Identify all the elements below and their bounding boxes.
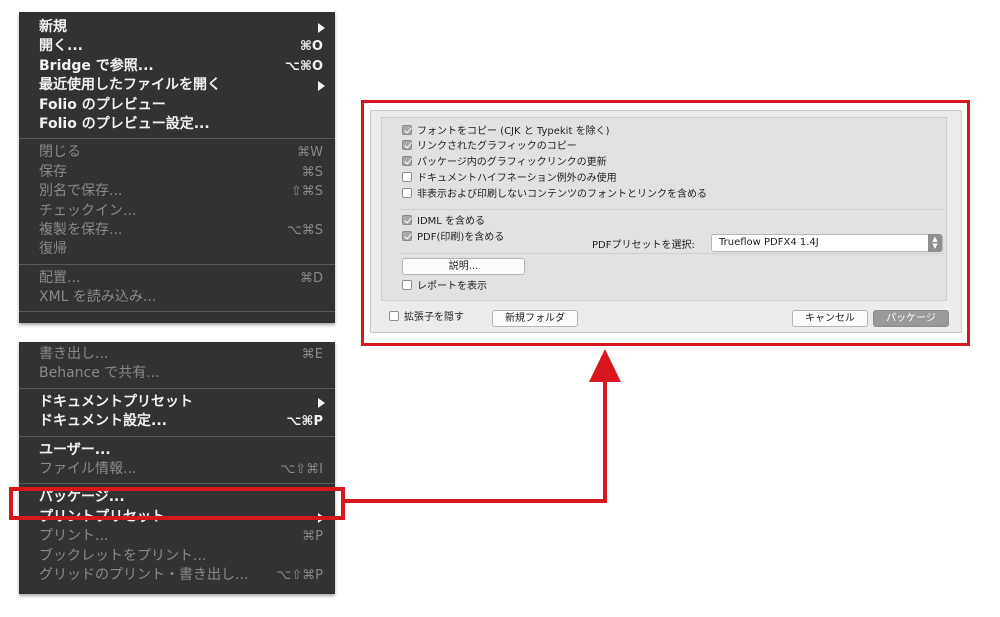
- callout-arrowhead-icon: [589, 349, 621, 382]
- pdf-preset-label: PDFプリセットを選択:: [592, 240, 695, 251]
- divider: [400, 253, 944, 254]
- option-copy-linked-graphics[interactable]: リンクされたグラフィックのコピー: [402, 140, 577, 154]
- shortcut-label: ⌘P: [302, 529, 323, 545]
- highlight-box-package: [9, 487, 345, 520]
- cancel-button[interactable]: キャンセル: [792, 310, 868, 327]
- shortcut-label: ⌘O: [299, 39, 323, 55]
- shortcut-label: ⌥⇧⌘I: [280, 461, 323, 477]
- menu-item-check-in[interactable]: チェックイン...: [19, 202, 335, 221]
- menu-item-file-info[interactable]: ファイル情報... ⌥⇧⌘I: [19, 460, 335, 479]
- package-options-panel: フォントをコピー (CJK と Typekit を除く) リンクされたグラフィッ…: [381, 117, 947, 301]
- submenu-arrow-icon: [318, 81, 325, 92]
- file-menu-top: 新規 開く... ⌘O Bridge で参照... ⌥⌘O 最近使用したファイル…: [19, 12, 335, 323]
- new-folder-button[interactable]: 新規フォルダ: [492, 310, 578, 327]
- package-dialog: フォントをコピー (CJK と Typekit を除く) リンクされたグラフィッ…: [370, 110, 962, 333]
- menu-item-export[interactable]: 書き出し... ⌘E: [19, 345, 335, 364]
- menu-item-import-xml[interactable]: XML を読み込み...: [19, 288, 335, 307]
- instructions-button[interactable]: 説明...: [402, 258, 525, 275]
- submenu-arrow-icon: [318, 397, 325, 408]
- menu-item-revert[interactable]: 復帰: [19, 240, 335, 259]
- submenu-arrow-icon: [318, 23, 325, 33]
- option-include-hidden-content[interactable]: 非表示および印刷しないコンテンツのフォントとリンクを含める: [402, 188, 707, 202]
- shortcut-label: ⌥⌘P: [286, 414, 323, 430]
- package-button[interactable]: パッケージ: [873, 310, 949, 327]
- checkbox-unchecked[interactable]: [402, 188, 412, 198]
- menu-item-save-a-copy[interactable]: 複製を保存... ⌥⌘S: [19, 221, 335, 240]
- menu-item-save[interactable]: 保存 ⌘S: [19, 163, 335, 182]
- callout-arrow-line: [345, 378, 607, 503]
- menu-item-print-grid[interactable]: グリッドのプリント・書き出し... ⌥⇧⌘P: [19, 566, 335, 585]
- option-hyphenation-exceptions[interactable]: ドキュメントハイフネーション例外のみ使用: [402, 172, 617, 186]
- checkbox-checked[interactable]: [402, 215, 412, 225]
- shortcut-label: ⌥⌘O: [284, 58, 323, 74]
- checkbox-unchecked[interactable]: [389, 311, 399, 321]
- menu-separator: [19, 435, 335, 437]
- option-update-graphic-links[interactable]: パッケージ内のグラフィックリンクの更新: [402, 156, 607, 170]
- menu-item-user[interactable]: ユーザー...: [19, 441, 335, 460]
- checkbox-checked[interactable]: [402, 140, 412, 150]
- menu-separator: [19, 483, 335, 485]
- menu-item-new[interactable]: 新規: [19, 18, 335, 37]
- menu-item-document-presets[interactable]: ドキュメントプリセット: [19, 393, 335, 412]
- menu-item-print[interactable]: プリント... ⌘P: [19, 527, 335, 546]
- checkbox-checked[interactable]: [402, 156, 412, 166]
- option-include-idml[interactable]: IDML を含める: [402, 215, 485, 229]
- shortcut-label: ⌘W: [297, 145, 323, 161]
- shortcut-label: ⇧⌘S: [290, 184, 323, 200]
- file-menu-bottom: 書き出し... ⌘E Behance で共有... ドキュメントプリセット ドキ…: [19, 342, 335, 594]
- menu-item-print-booklet[interactable]: ブックレットをプリント...: [19, 547, 335, 566]
- shortcut-label: ⌘S: [301, 164, 323, 180]
- menu-separator: [19, 387, 335, 389]
- checkbox-checked[interactable]: [402, 231, 412, 241]
- shortcut-label: ⌥⌘S: [286, 222, 323, 238]
- option-hide-extension[interactable]: 拡張子を隠す: [389, 311, 464, 325]
- shortcut-label: ⌥⇧⌘P: [276, 567, 323, 583]
- option-include-pdf[interactable]: PDF(印刷)を含める: [402, 231, 504, 245]
- menu-separator: [19, 311, 335, 313]
- pdf-preset-select[interactable]: Trueflow PDFX4 1.4J ▲ ▼: [711, 234, 943, 252]
- stepper-arrows-icon: ▲ ▼: [928, 234, 942, 252]
- option-copy-fonts[interactable]: フォントをコピー (CJK と Typekit を除く): [402, 125, 609, 139]
- menu-item-folio-preview-settings[interactable]: Folio のプレビュー設定...: [19, 115, 335, 134]
- menu-item-share-on-behance[interactable]: Behance で共有...: [19, 364, 335, 383]
- shortcut-label: ⌘D: [299, 270, 323, 286]
- option-show-report[interactable]: レポートを表示: [402, 280, 487, 294]
- menu-item-folio-preview[interactable]: Folio のプレビュー: [19, 96, 335, 115]
- menu-item-save-as[interactable]: 別名で保存... ⇧⌘S: [19, 182, 335, 201]
- menu-item-browse-in-bridge[interactable]: Bridge で参照... ⌥⌘O: [19, 57, 335, 76]
- checkbox-checked[interactable]: [402, 125, 412, 135]
- menu-separator: [19, 138, 335, 140]
- shortcut-label: ⌘E: [301, 347, 323, 362]
- checkbox-unchecked[interactable]: [402, 280, 412, 290]
- menu-item-document-setup[interactable]: ドキュメント設定... ⌥⌘P: [19, 412, 335, 431]
- menu-item-open[interactable]: 開く... ⌘O: [19, 37, 335, 56]
- menu-item-close[interactable]: 閉じる ⌘W: [19, 143, 335, 162]
- divider: [400, 209, 944, 210]
- checkbox-unchecked[interactable]: [402, 172, 412, 182]
- menu-separator: [19, 263, 335, 265]
- menu-item-place[interactable]: 配置... ⌘D: [19, 269, 335, 288]
- menu-item-open-recent[interactable]: 最近使用したファイルを開く: [19, 76, 335, 95]
